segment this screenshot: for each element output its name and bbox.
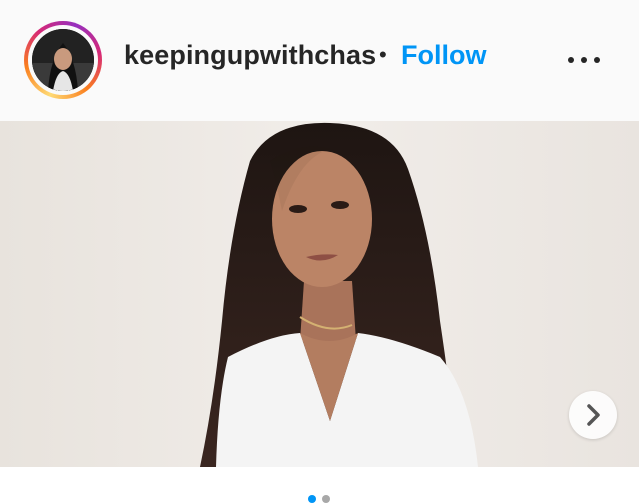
chevron-right-icon — [587, 404, 600, 426]
photo-image — [0, 121, 639, 467]
avatar[interactable] — [32, 29, 94, 91]
post-header: keepingupwithchas • Follow — [0, 0, 639, 121]
avatar-image — [32, 29, 94, 91]
follow-button[interactable]: Follow — [401, 40, 486, 71]
carousel-dot[interactable] — [308, 495, 316, 503]
post-photo[interactable] — [0, 121, 639, 467]
more-options-icon[interactable] — [564, 52, 604, 68]
story-ring[interactable] — [24, 21, 102, 99]
separator-dot: • — [379, 42, 387, 67]
carousel-dot[interactable] — [322, 495, 330, 503]
username[interactable]: keepingupwithchas — [124, 40, 376, 71]
post-footer — [0, 467, 639, 503]
next-slide-button[interactable] — [569, 391, 617, 439]
